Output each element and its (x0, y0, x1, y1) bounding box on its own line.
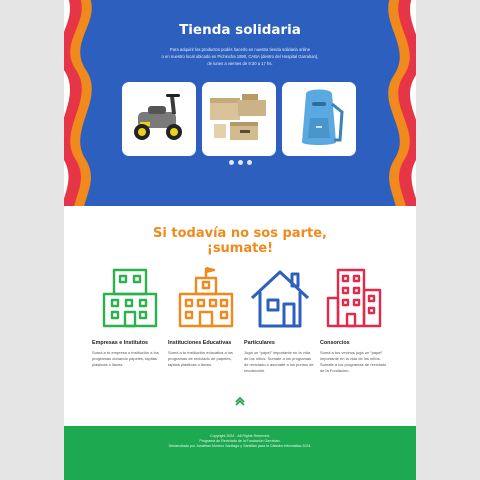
category-consorcios: Consorcios Sumá a tus vecinos jugá un “p… (320, 340, 390, 374)
category-text: Jugá un “papel” importante en la vida de… (244, 350, 314, 373)
category-text: Sumá a tu empresa o institución a los pr… (92, 350, 159, 367)
category-empresas: Empresas e Institutos Sumá a tu empresa … (92, 340, 162, 374)
carousel-dot-2[interactable] (237, 160, 243, 165)
category-title: Instituciones Educativas (168, 340, 232, 346)
category-particulares: Particulares Jugá un “papel” importante … (244, 340, 314, 374)
hero-title: Tienda solidaria (179, 22, 301, 38)
join-title: Si todavía no sos parte, ¡sumate! (153, 226, 327, 256)
hero-description: Para adquirir los productos podés hacerl… (161, 47, 319, 66)
house-icon (250, 270, 310, 328)
product-carousel (122, 82, 360, 156)
category-instituciones: Instituciones Educativas Sumá a tu insti… (168, 340, 238, 374)
carousel-dot-3[interactable] (246, 160, 252, 165)
footer: Copyright 2024 - All Rights Reserved. Pr… (64, 426, 416, 480)
footer-text: Copyright 2024 - All Rights Reserved. Pr… (168, 434, 312, 448)
office-building-icon (102, 268, 158, 328)
hero-section: Tienda solidaria Para adquirir los produ… (64, 0, 416, 206)
ride-on-toy-image (134, 94, 182, 140)
apartment-building-icon (326, 268, 382, 328)
product-card-boxes[interactable] (202, 82, 276, 156)
category-title: Empresas e Institutos (92, 340, 149, 346)
category-title: Particulares (244, 340, 275, 346)
scroll-top-icon[interactable] (235, 396, 245, 406)
carousel-dots (64, 160, 416, 165)
category-text: Sumá a tu institución educativa a los pr… (168, 350, 233, 367)
category-icons (100, 266, 384, 332)
boxes-image (210, 94, 266, 140)
school-icon (178, 266, 234, 328)
carousel-dot-1[interactable] (228, 160, 234, 165)
category-columns: Empresas e Institutos Sumá a tu empresa … (92, 340, 392, 374)
page: Tienda solidaria Para adquirir los produ… (64, 0, 416, 480)
backpack-image (302, 89, 344, 145)
product-card-backpack[interactable] (282, 82, 356, 156)
product-card-ride-on-toy[interactable] (122, 82, 196, 156)
category-text: Sumá a tus vecinos jugá un “papel” impor… (320, 350, 387, 373)
category-title: Consorcios (320, 340, 350, 346)
